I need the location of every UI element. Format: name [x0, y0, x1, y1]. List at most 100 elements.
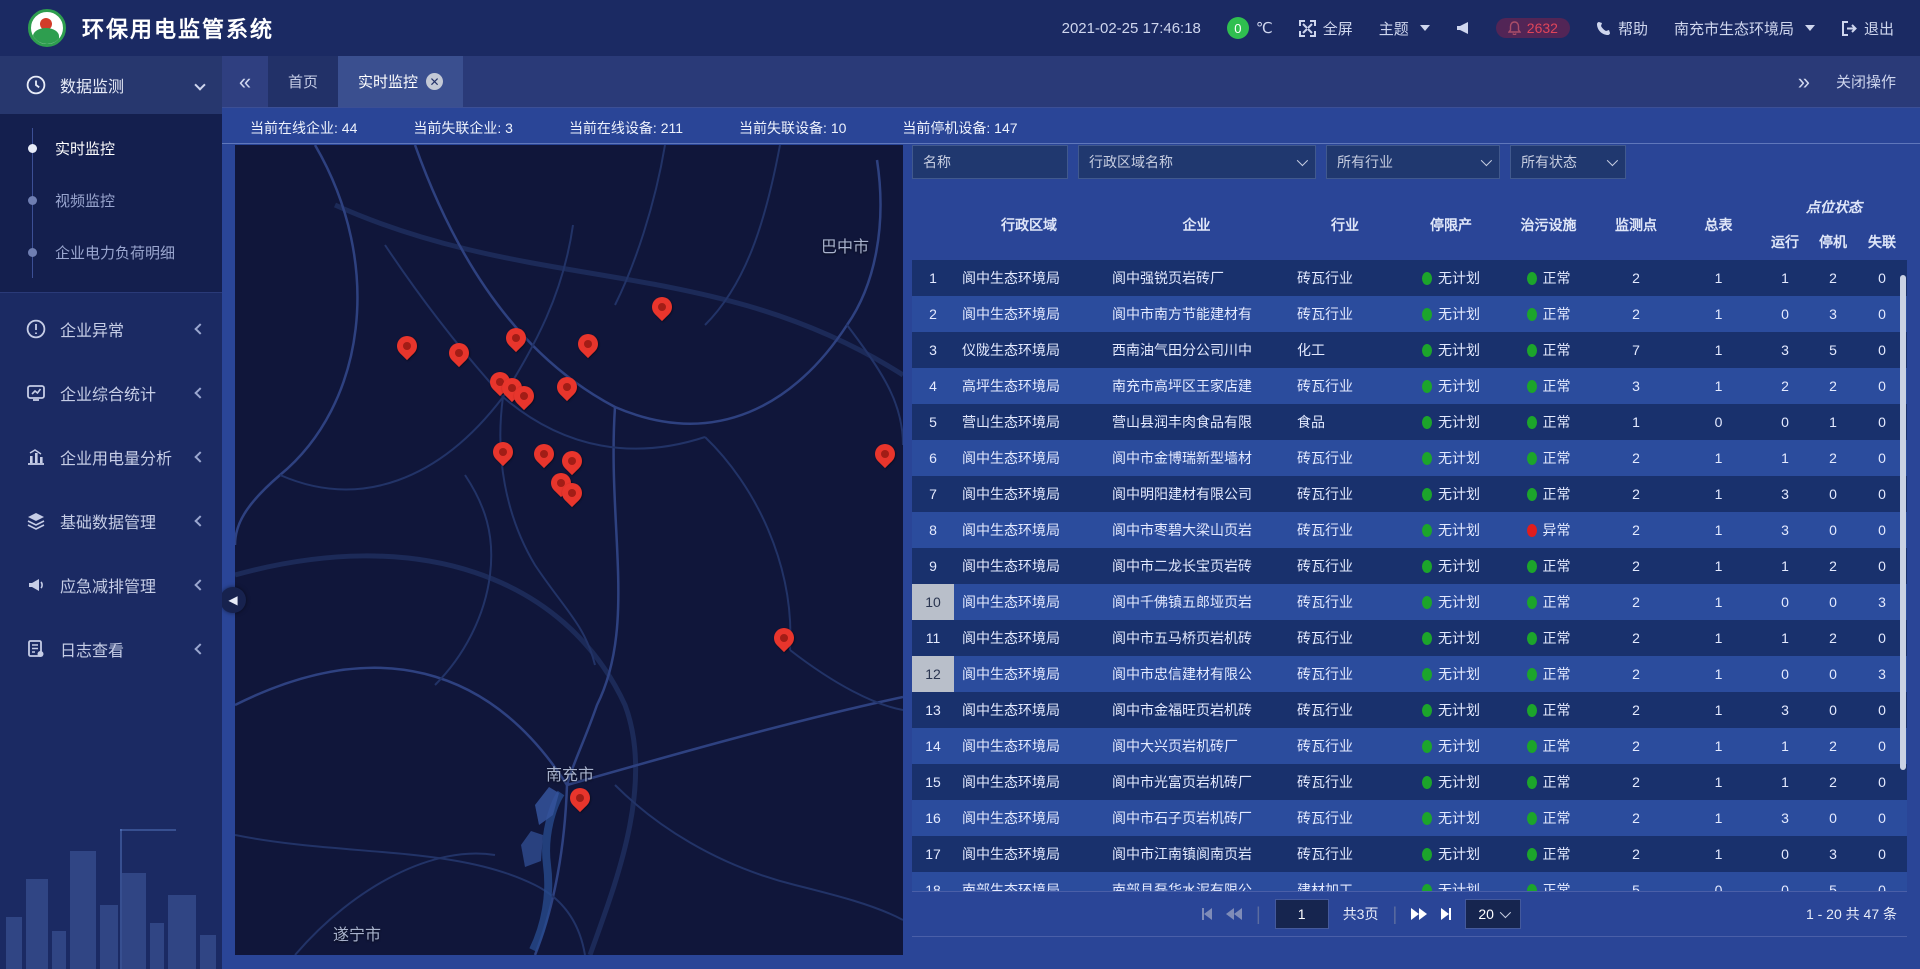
status-dot-icon — [1422, 344, 1432, 357]
city-label: 巴中市 — [821, 233, 869, 257]
table-row[interactable]: 1 阆中生态环境局 阆中强锐页岩砖厂 砖瓦行业 无计划 正常 2 1 1 2 0 — [912, 260, 1907, 296]
notification-badge[interactable]: 2632 — [1496, 18, 1570, 38]
bullet-dot-icon — [28, 144, 37, 153]
close-operations-button[interactable]: 关闭操作 — [1836, 71, 1896, 92]
tab-realtime-monitor[interactable]: 实时监控 ✕ — [338, 56, 463, 107]
fullscreen-button[interactable]: 全屏 — [1299, 18, 1353, 39]
cell-run: 1 — [1761, 440, 1809, 476]
help-button[interactable]: 帮助 — [1596, 18, 1648, 39]
cell-run: 2 — [1761, 368, 1809, 404]
sidebar-section-2[interactable]: 企业综合统计 — [0, 365, 222, 421]
sidebar-section-4[interactable]: 基础数据管理 — [0, 493, 222, 549]
tab-home[interactable]: 首页 — [268, 56, 338, 107]
cell-index: 9 — [912, 548, 954, 584]
cell-region: 阆中生态环境局 — [954, 584, 1104, 620]
table-row[interactable]: 4 高坪生态环境局 南充市高坪区王家店建 砖瓦行业 无计划 正常 3 1 2 2… — [912, 368, 1907, 404]
table-row[interactable]: 6 阆中生态环境局 阆中市金博瑞新型墙材 砖瓦行业 无计划 正常 2 1 1 2… — [912, 440, 1907, 476]
cell-stop-plan: 无计划 — [1401, 512, 1501, 548]
temperature-unit: ℃ — [1256, 19, 1273, 37]
map-panel[interactable]: 巴中市南充市遂宁市 — [235, 145, 903, 955]
prev-page-button[interactable] — [1226, 908, 1242, 920]
logout-button[interactable]: 退出 — [1841, 18, 1894, 39]
tab-label: 实时监控 — [358, 71, 418, 92]
header-stop-plan: 停限产 — [1401, 190, 1501, 260]
page-size-value: 20 — [1478, 906, 1494, 922]
status-dot-icon — [1527, 812, 1537, 825]
table-row[interactable]: 17 阆中生态环境局 阆中市江南镇阆南页岩 砖瓦行业 无计划 正常 2 1 0 … — [912, 836, 1907, 872]
header-index — [912, 190, 954, 260]
notification-count: 2632 — [1527, 20, 1558, 36]
cell-monitor: 2 — [1596, 440, 1676, 476]
page-size-select[interactable]: 20 — [1465, 899, 1521, 929]
cell-region: 阆中生态环境局 — [954, 800, 1104, 836]
cell-total: 1 — [1676, 620, 1761, 656]
mute-button[interactable] — [1456, 21, 1470, 35]
tab-close-icon[interactable]: ✕ — [426, 73, 443, 90]
table-scrollbar[interactable] — [1900, 275, 1906, 770]
page-number-input[interactable] — [1275, 899, 1329, 929]
last-page-button[interactable] — [1441, 908, 1451, 920]
cell-industry: 砖瓦行业 — [1289, 836, 1401, 872]
table-row[interactable]: 8 阆中生态环境局 阆中市枣碧大梁山页岩 砖瓦行业 无计划 异常 2 1 3 0… — [912, 512, 1907, 548]
chevron-left-icon — [194, 323, 205, 334]
cell-company: 阆中强锐页岩砖厂 — [1104, 260, 1289, 296]
theme-dropdown[interactable]: 主题 — [1379, 18, 1430, 39]
sidebar-section-3[interactable]: 企业用电量分析 — [0, 429, 222, 485]
org-dropdown[interactable]: 南充市生态环境局 — [1674, 18, 1815, 39]
cell-index: 13 — [912, 692, 954, 728]
cell-total: 0 — [1676, 872, 1761, 891]
cell-stop-plan: 无计划 — [1401, 296, 1501, 332]
cell-total: 1 — [1676, 764, 1761, 800]
cell-company: 阆中市五马桥页岩机砖 — [1104, 620, 1289, 656]
datetime: 2021-02-25 17:46:18 — [1062, 20, 1201, 37]
cell-region: 阆中生态环境局 — [954, 692, 1104, 728]
cell-run: 3 — [1761, 692, 1809, 728]
status-filter-select[interactable]: 所有状态 — [1510, 145, 1626, 179]
table-row[interactable]: 18 南部生态环境局 南部县磊华水泥有限公 建材加工 无计划 正常 5 0 0 … — [912, 872, 1907, 891]
cell-facility: 正常 — [1501, 692, 1596, 728]
table-row[interactable]: 14 阆中生态环境局 阆中大兴页岩机砖厂 砖瓦行业 无计划 正常 2 1 1 2… — [912, 728, 1907, 764]
table-row[interactable]: 7 阆中生态环境局 阆中明阳建材有限公司 砖瓦行业 无计划 正常 2 1 3 0… — [912, 476, 1907, 512]
status-dot-icon — [1422, 308, 1432, 321]
table-row[interactable]: 13 阆中生态环境局 阆中市金福旺页岩机砖 砖瓦行业 无计划 正常 2 1 3 … — [912, 692, 1907, 728]
cell-index: 7 — [912, 476, 954, 512]
name-input[interactable] — [923, 154, 1057, 170]
cell-company: 阆中大兴页岩机砖厂 — [1104, 728, 1289, 764]
sidebar-submenu-item[interactable]: 企业电力负荷明细 — [0, 226, 222, 278]
cell-run: 3 — [1761, 332, 1809, 368]
cell-facility: 正常 — [1501, 620, 1596, 656]
status-dot-icon — [1527, 704, 1537, 717]
tabs-scroll-left-button[interactable]: « — [222, 56, 268, 107]
status-dot-icon — [1422, 848, 1432, 861]
table-row[interactable]: 9 阆中生态环境局 阆中市二龙长宝页岩砖 砖瓦行业 无计划 正常 2 1 1 2… — [912, 548, 1907, 584]
sidebar-section-6[interactable]: 日志查看 — [0, 621, 222, 677]
table-header: 行政区域 企业 行业 停限产 治污设施 监测点 总表 点位状态 运行 停机 失联 — [912, 190, 1907, 260]
sidebar-section-5[interactable]: 应急减排管理 — [0, 557, 222, 613]
cell-run: 1 — [1761, 548, 1809, 584]
next-page-button[interactable] — [1411, 908, 1427, 920]
first-page-button[interactable] — [1202, 908, 1212, 920]
cell-industry: 砖瓦行业 — [1289, 800, 1401, 836]
region-filter-select[interactable]: 行政区域名称 — [1078, 145, 1316, 179]
map-collapse-button[interactable]: ◀ — [220, 587, 246, 613]
sidebar-submenu-item[interactable]: 视频监控 — [0, 174, 222, 226]
cell-halt: 2 — [1809, 620, 1857, 656]
cell-run: 0 — [1761, 584, 1809, 620]
status-dot-icon — [1527, 560, 1537, 573]
table-row[interactable]: 16 阆中生态环境局 阆中市石子页岩机砖厂 砖瓦行业 无计划 正常 2 1 3 … — [912, 800, 1907, 836]
table-row[interactable]: 5 营山生态环境局 营山县润丰肉食品有限 食品 无计划 正常 1 0 0 1 0 — [912, 404, 1907, 440]
sidebar-submenu-item[interactable]: 实时监控 — [0, 122, 222, 174]
name-filter-input[interactable] — [912, 145, 1068, 179]
table-row[interactable]: 15 阆中生态环境局 阆中市光富页岩机砖厂 砖瓦行业 无计划 正常 2 1 1 … — [912, 764, 1907, 800]
tabs-scroll-right-button[interactable]: » — [1798, 69, 1810, 95]
table-row[interactable]: 2 阆中生态环境局 阆中市南方节能建材有 砖瓦行业 无计划 正常 2 1 0 3… — [912, 296, 1907, 332]
cell-region: 阆中生态环境局 — [954, 260, 1104, 296]
industry-filter-select[interactable]: 所有行业 — [1326, 145, 1500, 179]
table-row[interactable]: 11 阆中生态环境局 阆中市五马桥页岩机砖 砖瓦行业 无计划 正常 2 1 1 … — [912, 620, 1907, 656]
sidebar-section-1[interactable]: 企业异常 — [0, 301, 222, 357]
table-row[interactable]: 12 阆中生态环境局 阆中市忠信建材有限公 砖瓦行业 无计划 正常 2 1 0 … — [912, 656, 1907, 692]
sidebar-section-data-monitor[interactable]: 数据监测 — [0, 56, 222, 114]
cell-facility: 正常 — [1501, 764, 1596, 800]
table-row[interactable]: 3 仪陇生态环境局 西南油气田分公司川中 化工 无计划 正常 7 1 3 5 0 — [912, 332, 1907, 368]
table-row[interactable]: 10 阆中生态环境局 阆中千佛镇五郎垭页岩 砖瓦行业 无计划 正常 2 1 0 … — [912, 584, 1907, 620]
